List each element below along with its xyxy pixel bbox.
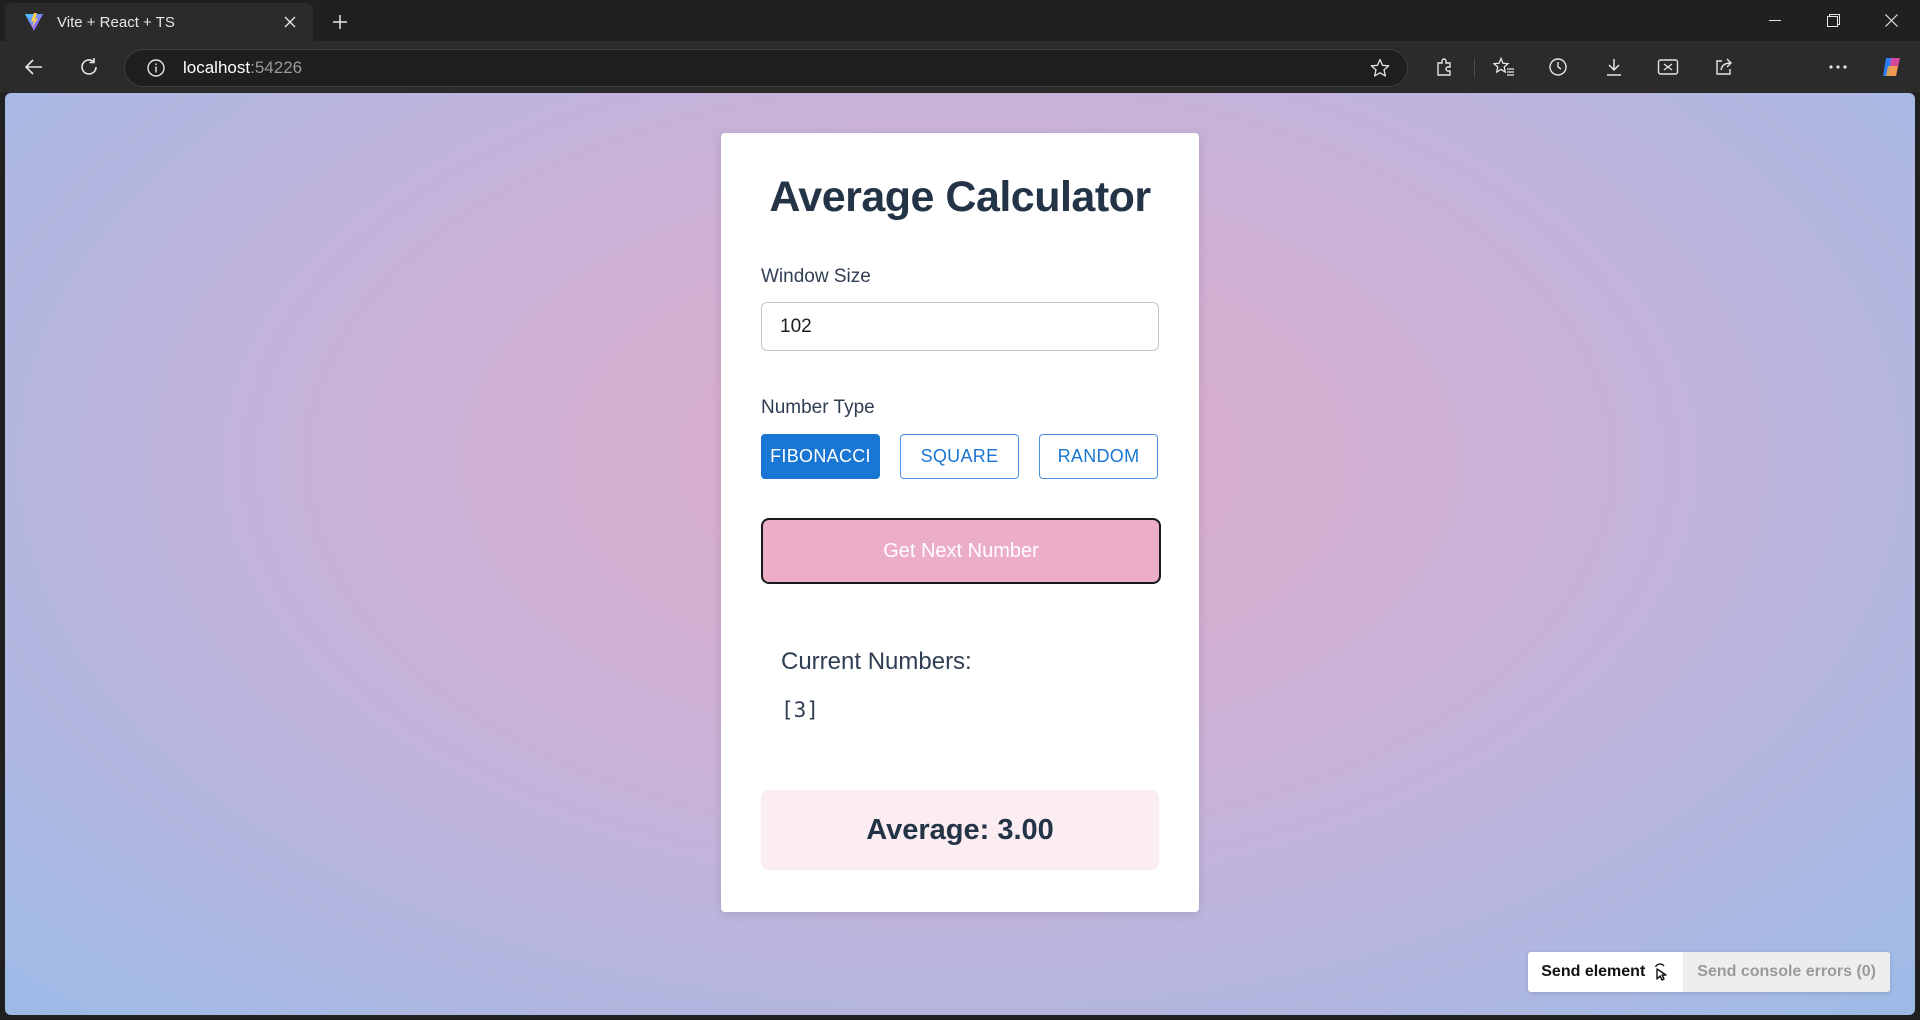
browser-tab[interactable]: Vite + React + TS bbox=[5, 3, 313, 41]
current-numbers-section: Current Numbers: [3] bbox=[761, 648, 1159, 722]
send-panel: Send element Send console errors (0) bbox=[1528, 952, 1890, 992]
get-next-number-button[interactable]: Get Next Number bbox=[761, 518, 1161, 584]
calculator-card: Average Calculator Window Size 102 Numbe… bbox=[721, 133, 1199, 912]
restore-icon[interactable] bbox=[1804, 0, 1862, 41]
share-icon[interactable] bbox=[1706, 49, 1742, 85]
pointer-click-icon bbox=[1655, 963, 1667, 981]
page-viewport: Average Calculator Window Size 102 Numbe… bbox=[5, 93, 1915, 1015]
url-text[interactable]: localhost:54226 bbox=[183, 58, 1365, 78]
browser-toolbar: localhost:54226 bbox=[0, 41, 1920, 122]
copilot-icon[interactable] bbox=[1874, 49, 1910, 85]
back-icon[interactable] bbox=[16, 49, 52, 85]
page-title: Average Calculator bbox=[769, 173, 1151, 221]
square-button[interactable]: SQUARE bbox=[900, 434, 1019, 479]
reload-icon[interactable] bbox=[71, 49, 107, 85]
close-tab-icon[interactable] bbox=[277, 9, 303, 35]
window-size-input[interactable]: 102 bbox=[761, 302, 1159, 351]
tab-strip: Vite + React + TS bbox=[0, 0, 1920, 41]
close-window-icon[interactable] bbox=[1862, 0, 1920, 41]
vite-logo-icon bbox=[23, 11, 45, 33]
tab-title: Vite + React + TS bbox=[57, 13, 175, 31]
current-numbers-label: Current Numbers: bbox=[781, 648, 972, 675]
history-icon[interactable] bbox=[1540, 49, 1576, 85]
fibonacci-button[interactable]: FIBONACCI bbox=[761, 434, 880, 479]
favorite-star-icon[interactable] bbox=[1365, 53, 1395, 83]
minimize-icon[interactable] bbox=[1746, 0, 1804, 41]
random-button[interactable]: RANDOM bbox=[1039, 434, 1158, 479]
window-size-value: 102 bbox=[780, 315, 812, 337]
address-bar[interactable]: localhost:54226 bbox=[124, 49, 1408, 87]
send-element-button[interactable]: Send element bbox=[1528, 952, 1683, 992]
url-port: :54226 bbox=[250, 58, 303, 77]
window-size-label: Window Size bbox=[761, 266, 871, 287]
site-info-icon[interactable] bbox=[143, 55, 169, 81]
toolbar-divider bbox=[1474, 58, 1475, 78]
current-numbers-value: [3] bbox=[781, 698, 819, 722]
url-host: localhost bbox=[183, 58, 251, 77]
downloads-icon[interactable] bbox=[1596, 49, 1632, 85]
extensions-icon[interactable] bbox=[1426, 49, 1462, 85]
send-console-errors-button[interactable]: Send console errors (0) bbox=[1683, 952, 1890, 992]
screenshot-icon[interactable] bbox=[1650, 49, 1686, 85]
average-result: Average: 3.00 bbox=[761, 790, 1159, 870]
favorites-icon[interactable] bbox=[1486, 49, 1522, 85]
number-type-label: Number Type bbox=[761, 397, 875, 418]
number-type-group: FIBONACCI SQUARE RANDOM bbox=[761, 434, 1159, 479]
more-menu-icon[interactable] bbox=[1820, 49, 1856, 85]
send-element-label: Send element bbox=[1541, 963, 1646, 980]
new-tab-icon[interactable] bbox=[325, 7, 355, 37]
